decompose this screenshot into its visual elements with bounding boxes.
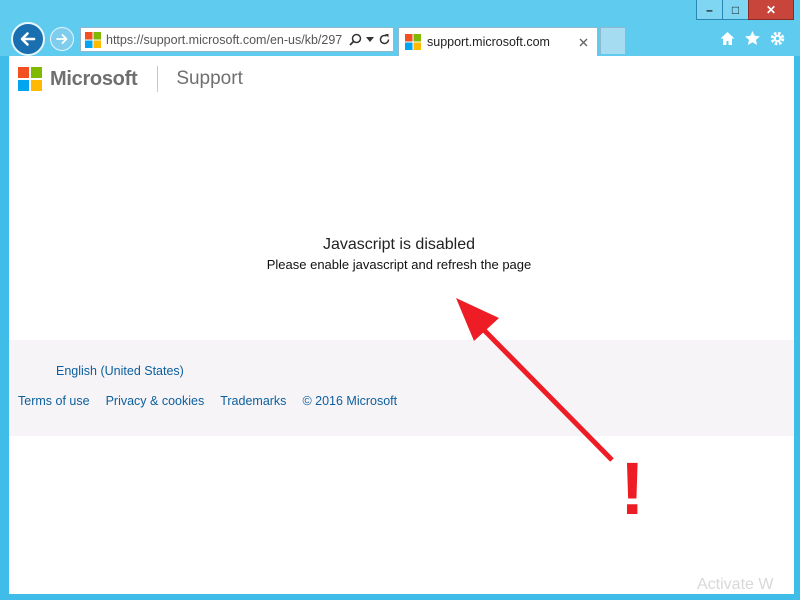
copyright-text: © 2016 Microsoft [302,394,398,408]
close-button[interactable]: ✕ [748,0,794,20]
arrow-right-icon [56,34,68,44]
dropdown-arrow-icon[interactable] [366,36,374,43]
browser-toolbar-icons [719,30,786,47]
tab-close-icon[interactable] [575,34,591,50]
address-url[interactable]: https://support.microsoft.com/en-us/kb/2… [106,33,346,47]
microsoft-logo[interactable] [18,67,42,91]
minimize-button[interactable]: – [696,0,722,20]
exclamation-annotation: ! [620,447,645,530]
language-selector-link[interactable]: English (United States) [56,364,184,378]
message-body: Please enable javascript and refresh the… [266,257,532,272]
browser-titlebar: – □ ✕ https://support.microsoft.com/en-u… [0,0,800,56]
microsoft-favicon-icon [405,34,421,50]
arrow-left-icon [20,32,36,46]
forward-button[interactable] [50,27,74,51]
site-footer: English (United States) Terms of use Pri… [9,340,794,436]
search-icon[interactable] [349,33,362,46]
back-button[interactable] [11,22,45,56]
footer-links: Terms of use Privacy & cookies Trademark… [18,394,397,408]
settings-gear-icon[interactable] [769,30,786,47]
brand-name[interactable]: Microsoft [50,68,138,91]
javascript-disabled-message: Javascript is disabled Please enable jav… [9,236,789,272]
page-viewport: Microsoft Support Javascript is disabled… [9,56,794,594]
section-title[interactable]: Support [176,68,243,90]
trademarks-link[interactable]: Trademarks [220,394,286,408]
home-icon[interactable] [719,30,736,47]
tab-title: support.microsoft.com [427,35,550,49]
maximize-button[interactable]: □ [722,0,748,20]
microsoft-favicon-icon [85,31,101,48]
terms-of-use-link[interactable]: Terms of use [18,394,90,408]
activate-windows-watermark: Activate W [697,576,774,593]
message-title: Javascript is disabled [322,236,476,253]
new-tab-button[interactable] [600,27,626,54]
window-controls: – □ ✕ [696,0,794,20]
address-bar[interactable]: https://support.microsoft.com/en-us/kb/2… [80,27,394,52]
site-header: Microsoft Support [18,66,243,92]
refresh-icon[interactable] [378,33,391,46]
tab-support-microsoft[interactable]: support.microsoft.com [398,27,598,56]
favorites-star-icon[interactable] [744,30,761,47]
privacy-cookies-link[interactable]: Privacy & cookies [106,394,205,408]
header-divider [157,66,159,92]
